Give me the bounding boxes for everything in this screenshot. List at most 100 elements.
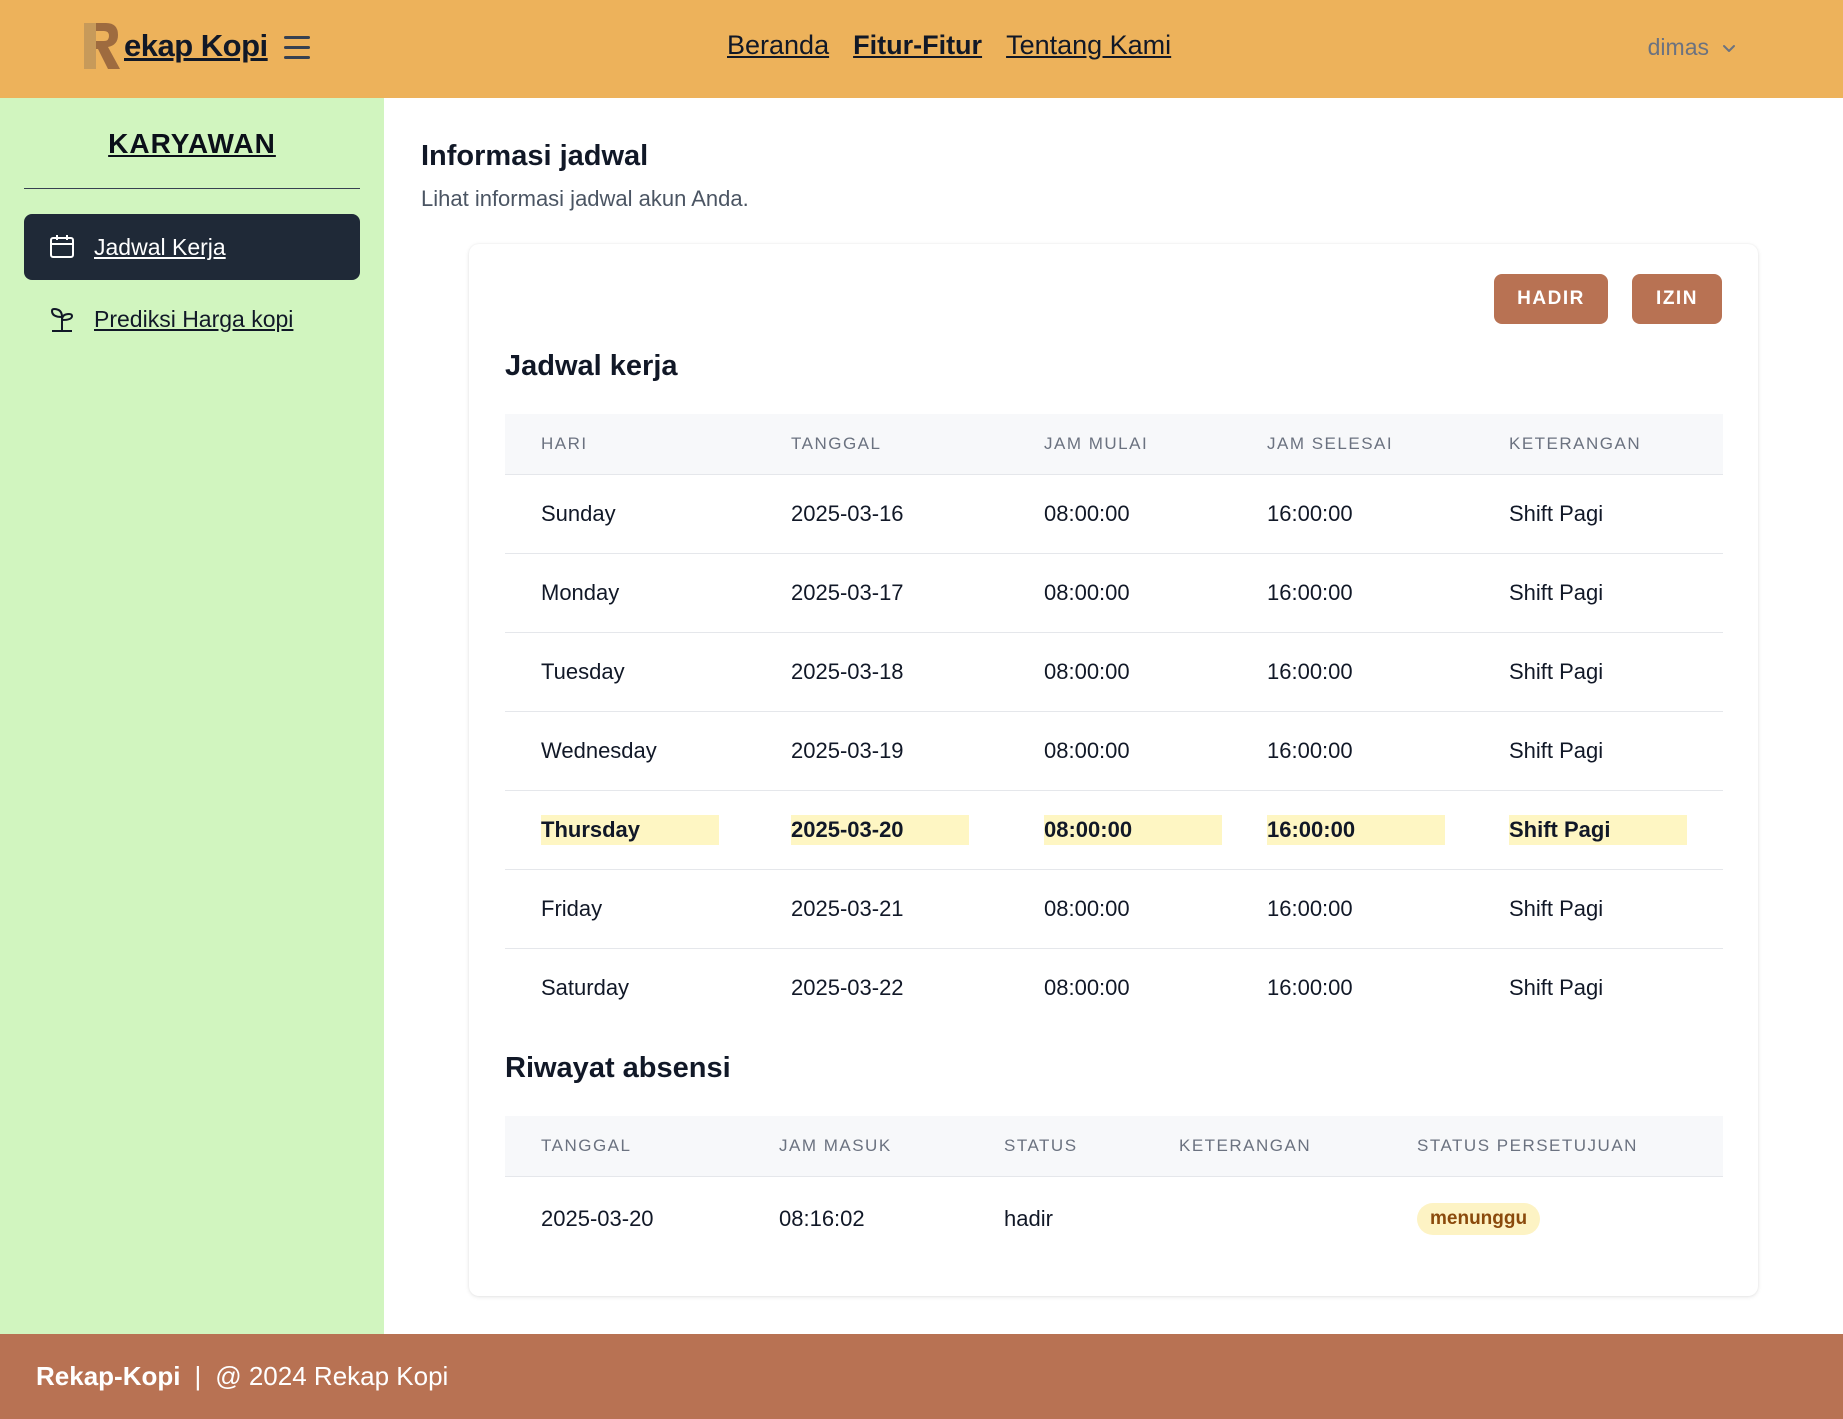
- cell-text: Sunday: [541, 500, 616, 526]
- cell-text: Thursday: [541, 814, 719, 845]
- table-cell: Monday: [505, 553, 755, 632]
- table-cell: Sunday: [505, 474, 755, 553]
- table-cell: Shift Pagi: [1473, 632, 1723, 711]
- cell-text: Saturday: [541, 974, 630, 1000]
- cell-text: 2025-03-20: [541, 1205, 654, 1231]
- table-cell: 16:00:00: [1231, 474, 1473, 553]
- izin-button[interactable]: IZIN: [1632, 274, 1722, 324]
- table-row: Friday 2025-03-21 08:00:00 16:00:00 Shift Pa…: [505, 869, 1723, 948]
- table-row: 2025-03-20 08:16:02 hadir menunggu: [505, 1176, 1723, 1261]
- cell-text: 16:00:00: [1267, 814, 1445, 845]
- table-row: Wednesday 2025-03-19 08:00:00 16:00:00 Shift…: [505, 711, 1723, 790]
- table-cell: 2025-03-22: [755, 948, 1008, 1027]
- page-title: Informasi jadwal: [421, 140, 649, 172]
- cell-text: 08:16:02: [779, 1205, 865, 1231]
- cell-text: 08:00:00: [1044, 579, 1130, 605]
- column-header: TANGGAL: [541, 1135, 632, 1155]
- cell-text: Shift Pagi: [1509, 579, 1604, 605]
- user-name: dimas: [1647, 34, 1709, 60]
- column-header: JAM MASUK: [779, 1135, 892, 1155]
- table-cell: Shift Pagi: [1473, 948, 1723, 1027]
- attendance-table: TANGGAL JAM MASUK STATUS KETERANGAN STAT…: [505, 1116, 1723, 1261]
- brand-name: ekap Kopi: [124, 28, 268, 63]
- column-header: JAM SELESAI: [1267, 433, 1394, 453]
- table-cell: Saturday: [505, 948, 755, 1027]
- cell-text: Shift Pagi: [1509, 814, 1687, 845]
- footer-copyright: @ 2024 Rekap Kopi: [215, 1361, 449, 1391]
- footer: Rekap-Kopi | @ 2024 Rekap Kopi: [0, 1334, 1843, 1419]
- nav-link-fitur[interactable]: Fitur-Fitur: [853, 30, 982, 61]
- cell-text: 16:00:00: [1267, 737, 1353, 763]
- cell-text: 16:00:00: [1267, 974, 1353, 1000]
- cell-text: 2025-03-18: [791, 658, 904, 684]
- user-menu[interactable]: dimas: [1648, 34, 1737, 61]
- cell-text: 2025-03-21: [791, 895, 904, 921]
- sidebar-item-label: Prediksi Harga kopi: [94, 305, 294, 332]
- page-subtitle: Lihat informasi jadwal akun Anda.: [421, 186, 749, 211]
- table-cell: 08:16:02: [743, 1176, 968, 1261]
- table-cell: Wednesday: [505, 711, 755, 790]
- cell-text: Shift Pagi: [1509, 500, 1604, 526]
- table-row: Saturday 2025-03-22 08:00:00 16:00:00 Shift …: [505, 948, 1723, 1027]
- table-cell: 2025-03-20: [505, 1176, 743, 1261]
- cell-text: 2025-03-22: [791, 974, 904, 1000]
- table-cell: 08:00:00: [1008, 711, 1231, 790]
- cell-text: Shift Pagi: [1509, 895, 1604, 921]
- brand-logo-link[interactable]: ekap Kopi: [82, 20, 268, 72]
- sidebar-item-jadwal-kerja[interactable]: Jadwal Kerja: [24, 214, 360, 280]
- cell-text: Monday: [541, 579, 620, 605]
- sprout-icon: [50, 307, 74, 332]
- cell-text: Tuesday: [541, 658, 625, 684]
- cell-text: 16:00:00: [1267, 658, 1353, 684]
- sidebar-divider: [24, 188, 360, 189]
- cell-text: hadir: [1004, 1205, 1053, 1231]
- table-cell: 16:00:00: [1231, 790, 1473, 869]
- column-header: JAM MULAI: [1044, 433, 1149, 453]
- nav-link-beranda[interactable]: Beranda: [727, 30, 829, 61]
- hadir-button[interactable]: HADIR: [1494, 274, 1608, 324]
- sidebar-title: KARYAWAN: [108, 128, 276, 159]
- column-header: STATUS PERSETUJUAN: [1417, 1135, 1638, 1155]
- cell-text: 08:00:00: [1044, 500, 1130, 526]
- cell-text: Shift Pagi: [1509, 737, 1604, 763]
- column-header: STATUS: [1004, 1135, 1078, 1155]
- chevron-down-icon: [1723, 44, 1735, 52]
- hamburger-menu-icon[interactable]: [284, 36, 310, 60]
- logo-r-icon: [84, 23, 120, 69]
- table-cell: 16:00:00: [1231, 869, 1473, 948]
- table-cell: Shift Pagi: [1473, 711, 1723, 790]
- sidebar-item-prediksi-harga[interactable]: Prediksi Harga kopi: [24, 286, 360, 352]
- table-cell: 08:00:00: [1008, 948, 1231, 1027]
- column-header: TANGGAL: [791, 433, 882, 453]
- column-header: KETERANGAN: [1509, 433, 1642, 453]
- cell-text: 08:00:00: [1044, 895, 1130, 921]
- table-row: Sunday 2025-03-16 08:00:00 16:00:00 Shift Pa…: [505, 474, 1723, 553]
- table-cell: 16:00:00: [1231, 948, 1473, 1027]
- table-cell: 16:00:00: [1231, 711, 1473, 790]
- table-row: Tuesday 2025-03-18 08:00:00 16:00:00 Shift P…: [505, 632, 1723, 711]
- top-navbar: ekap Kopi Beranda Fitur-Fitur Tentang Ka…: [0, 0, 1843, 98]
- cell-text: 2025-03-17: [791, 579, 904, 605]
- table-cell: menunggu: [1381, 1176, 1723, 1261]
- sidebar: KARYAWAN Jadwal Kerja Prediksi Harga kop…: [0, 98, 384, 1334]
- cell-text: 08:00:00: [1044, 737, 1130, 763]
- table-cell: Friday: [505, 869, 755, 948]
- cell-text: Shift Pagi: [1509, 974, 1604, 1000]
- table-cell: 2025-03-16: [755, 474, 1008, 553]
- table-cell: 08:00:00: [1008, 790, 1231, 869]
- cell-text: Wednesday: [541, 737, 657, 763]
- calendar-icon: [50, 235, 74, 258]
- cell-text: 2025-03-19: [791, 737, 904, 763]
- table-cell: Tuesday: [505, 632, 755, 711]
- nav-link-tentang-kami[interactable]: Tentang Kami: [1006, 30, 1171, 61]
- column-header: KETERANGAN: [1179, 1135, 1312, 1155]
- table-cell: 08:00:00: [1008, 553, 1231, 632]
- cell-text: 08:00:00: [1044, 814, 1222, 845]
- sidebar-item-label: Jadwal Kerja: [94, 233, 226, 260]
- cell-text: 08:00:00: [1044, 658, 1130, 684]
- table-cell: Shift Pagi: [1473, 869, 1723, 948]
- table-row-today: Thursday 2025-03-20 08:00:00 16:00:00 Shift …: [505, 790, 1723, 869]
- status-badge: menunggu: [1417, 1202, 1541, 1235]
- attendance-title: Riwayat absensi: [505, 1052, 731, 1084]
- cell-text: 2025-03-20: [791, 814, 969, 845]
